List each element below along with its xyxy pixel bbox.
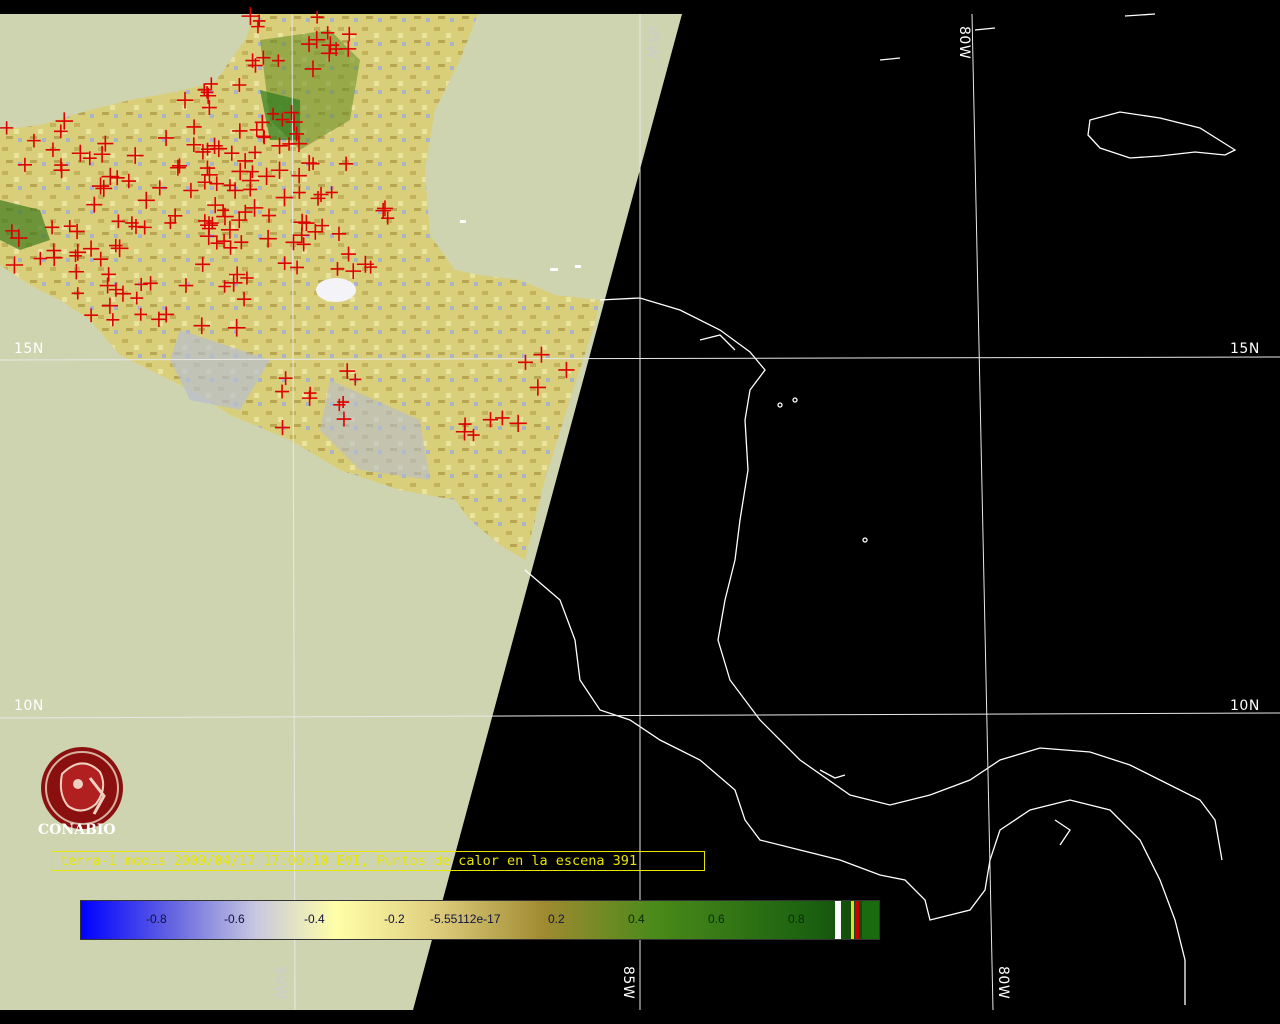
lon-label-85w-top: 85W <box>644 26 660 60</box>
conabio-logo-text: CONABIO <box>38 822 116 838</box>
lon-label-85w-bottom: 85W <box>620 966 636 1000</box>
colorbar-tick-label: -0.8 <box>146 912 167 926</box>
colorbar-tick-label: -5.55112e-17 <box>430 912 501 926</box>
lon-label-80w-top: 80W <box>956 26 972 60</box>
lat-label-10n-left: 10N <box>14 698 44 714</box>
colorbar-tick-label: 0.6 <box>708 912 725 926</box>
scene-caption: terra-1 modis 2009/04/17 17:00:10 EVI, P… <box>51 851 705 871</box>
colorbar-tick-label: 0.8 <box>788 912 805 926</box>
colorbar-tick-label: 0.4 <box>628 912 645 926</box>
lon-label-90w-bottom: 90W <box>272 966 288 1000</box>
colorbar-tick-label: -0.6 <box>224 912 245 926</box>
lat-label-15n-right: 15N <box>1230 341 1260 357</box>
lat-label-15n-left: 15N <box>14 341 44 357</box>
colorbar-tick-label: -0.4 <box>304 912 325 926</box>
lon-label-80w-bottom: 80W <box>995 966 1011 1000</box>
colorbar-tick-label: 0.2 <box>548 912 565 926</box>
lat-label-10n-right: 10N <box>1230 698 1260 714</box>
colorbar-tick-label: -0.2 <box>384 912 405 926</box>
